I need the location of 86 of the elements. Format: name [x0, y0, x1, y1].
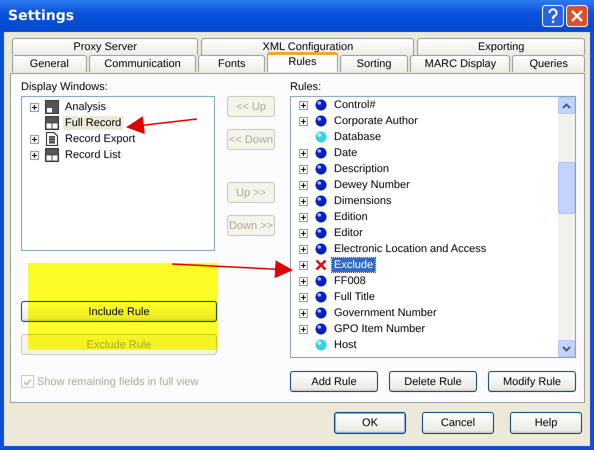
dot-icon [314, 242, 328, 256]
expand-icon[interactable] [299, 196, 308, 206]
scroll-down-button[interactable] [558, 340, 575, 357]
dot-icon [314, 210, 328, 224]
tab[interactable]: Fonts [198, 55, 266, 72]
caret-up-icon [562, 102, 571, 108]
caret-down-icon [562, 346, 571, 352]
display-windows-label: Display Windows: [21, 80, 109, 94]
dialog-button[interactable]: Help [510, 412, 582, 434]
tree-item[interactable]: Editor [332, 226, 365, 240]
dot-icon [314, 146, 328, 160]
tab[interactable]: XML Configuration [201, 38, 414, 55]
expand-icon[interactable] [299, 324, 308, 334]
tab[interactable]: Queries [512, 55, 586, 72]
tree-item[interactable]: Dimensions [332, 194, 394, 208]
dot-icon [314, 98, 328, 112]
dot-icon [314, 194, 328, 208]
dot-icon [314, 114, 328, 128]
dot-icon [314, 322, 328, 336]
tree-item[interactable]: FF008 [332, 274, 368, 288]
expand-icon[interactable] [299, 292, 308, 302]
annotation-arrow [126, 116, 198, 134]
cross-icon [314, 258, 328, 272]
dot-icon [314, 274, 328, 288]
dot-icon [314, 162, 328, 176]
expand-icon[interactable] [299, 100, 308, 110]
window-layout-icon [45, 116, 59, 130]
expand-icon[interactable] [30, 102, 39, 112]
rule-action-button[interactable]: Modify Rule [488, 371, 576, 392]
help-icon[interactable] [542, 5, 564, 27]
dot-icon [314, 130, 328, 144]
expand-icon[interactable] [299, 228, 308, 238]
window-layout-icon [45, 100, 59, 114]
tree-item[interactable]: GPO Item Number [332, 322, 428, 336]
document-icon [45, 132, 59, 146]
expand-icon[interactable] [299, 148, 308, 158]
scrollbar-thumb[interactable] [558, 162, 575, 214]
tree-item[interactable]: Database [332, 130, 384, 144]
tree-item[interactable]: Full Title [332, 290, 377, 304]
tree-item[interactable]: Host [332, 338, 359, 352]
rules-label: Rules: [290, 80, 322, 94]
rule-action-button[interactable]: Delete Rule [389, 371, 477, 392]
tab[interactable]: MARC Display [410, 55, 510, 72]
tab[interactable]: General [12, 55, 87, 72]
tree-item[interactable]: Date [332, 146, 360, 160]
expand-icon[interactable] [299, 260, 308, 270]
tab[interactable]: Rules [267, 52, 338, 72]
expand-icon[interactable] [299, 164, 308, 174]
tab[interactable]: Sorting [340, 55, 408, 72]
tab[interactable]: Exporting [417, 38, 585, 55]
tree-item[interactable]: Government Number [332, 306, 439, 320]
expand-icon[interactable] [299, 212, 308, 222]
expand-icon[interactable] [299, 276, 308, 286]
dot-icon [314, 226, 328, 240]
tree-item[interactable]: Exclude [332, 258, 376, 272]
tree-item[interactable]: Description [332, 162, 392, 176]
tree-item[interactable]: Record Export [63, 132, 138, 146]
checkbox-label: Show remaining fields in full view [37, 376, 198, 388]
rule-action-button[interactable]: Add Rule [290, 371, 378, 392]
expand-icon[interactable] [299, 308, 308, 318]
dot-icon [314, 290, 328, 304]
dialog-button[interactable]: Cancel [422, 412, 494, 434]
close-icon[interactable] [566, 5, 588, 27]
tree-item[interactable]: Control# [332, 98, 378, 112]
tree-item[interactable]: Corporate Author [332, 114, 420, 128]
expand-icon[interactable] [30, 150, 39, 160]
expand-icon[interactable] [30, 134, 39, 144]
tree-item[interactable]: Full Record [63, 116, 124, 130]
expand-icon[interactable] [299, 244, 308, 254]
scrollbar[interactable] [558, 97, 575, 357]
tree-item[interactable]: Record List [63, 148, 123, 162]
expand-icon[interactable] [299, 180, 308, 190]
tree-item[interactable]: Edition [332, 210, 370, 224]
tab[interactable]: Proxy Server [12, 38, 198, 55]
dot-icon [314, 178, 328, 192]
dot-icon [314, 306, 328, 320]
dialog-button[interactable]: OK [334, 412, 406, 434]
tree-item[interactable]: Analysis [63, 100, 108, 114]
expand-icon[interactable] [299, 116, 308, 126]
window-title: Settings [8, 8, 74, 24]
window-layout-icon [45, 148, 59, 162]
scroll-up-button[interactable] [558, 97, 575, 114]
tab[interactable]: Communication [88, 55, 196, 72]
dot-icon [314, 338, 328, 352]
tree-item[interactable]: Dewey Number [332, 178, 412, 192]
tree-item[interactable]: Electronic Location and Access [332, 242, 488, 256]
